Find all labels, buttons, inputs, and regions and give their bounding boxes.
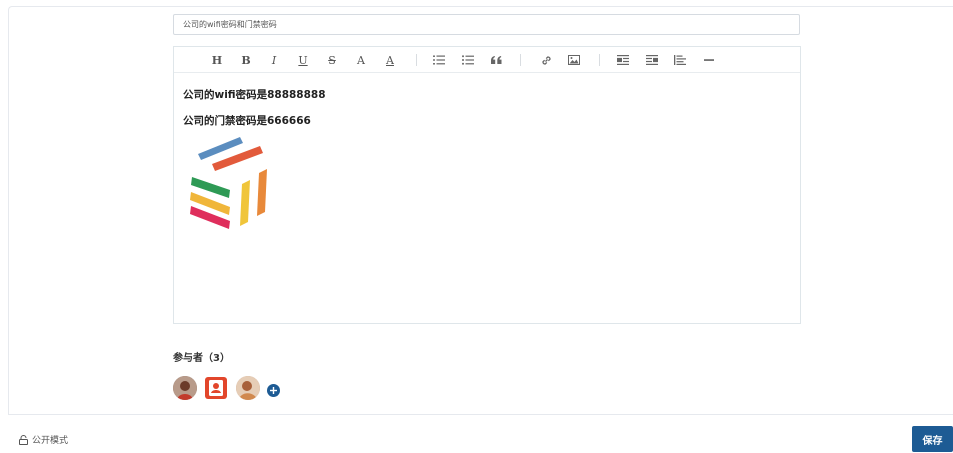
align-button[interactable] xyxy=(671,51,689,69)
bullet-list-button[interactable] xyxy=(459,51,477,69)
italic-button[interactable]: I xyxy=(265,51,283,69)
content-line-door: 公司的门禁密码是666666 xyxy=(183,115,311,127)
avatar[interactable] xyxy=(205,377,227,399)
font-color-label: A xyxy=(357,53,365,67)
italic-label: I xyxy=(271,53,277,67)
bullet-list-icon xyxy=(462,55,474,65)
ordered-list-button[interactable] xyxy=(430,51,448,69)
toolbar-divider xyxy=(520,54,521,66)
align-left-icon xyxy=(674,55,686,65)
toolbar-divider xyxy=(416,54,417,66)
editor-content[interactable]: 公司的wifi密码是88888888 公司的门禁密码是666666 xyxy=(183,87,326,139)
content-line-wifi: 公司的wifi密码是88888888 xyxy=(183,89,326,101)
heading-button[interactable]: H xyxy=(208,51,226,69)
public-mode-toggle[interactable]: 公开模式 xyxy=(19,433,68,446)
image-button[interactable] xyxy=(565,51,583,69)
plus-icon xyxy=(270,387,277,394)
add-participant-button[interactable] xyxy=(267,384,280,397)
horizontal-rule-icon xyxy=(704,59,714,61)
save-button[interactable]: 保存 xyxy=(912,426,953,452)
font-color-button[interactable]: A xyxy=(352,51,370,69)
horizontal-rule-button[interactable] xyxy=(700,51,718,69)
underline-label: U xyxy=(298,53,308,67)
image-icon xyxy=(568,55,580,65)
bold-button[interactable]: B xyxy=(237,51,255,69)
link-icon xyxy=(541,55,551,65)
editor-toolbar: H B I U S A A xyxy=(174,47,800,73)
participants-heading: 参与者（3） xyxy=(173,353,230,364)
cube-logo-image xyxy=(190,137,267,229)
toolbar-divider xyxy=(599,54,600,66)
indent-right-icon xyxy=(646,55,658,65)
public-mode-label: 公开模式 xyxy=(32,436,69,446)
unlock-icon xyxy=(19,434,28,445)
avatar[interactable] xyxy=(236,376,260,400)
indent-left-button[interactable] xyxy=(614,51,632,69)
bg-color-label: A xyxy=(386,53,394,67)
background-color-button[interactable]: A xyxy=(381,51,399,69)
strike-label: S xyxy=(328,53,336,67)
quote-icon xyxy=(490,56,501,64)
bold-label: B xyxy=(241,53,251,67)
link-button[interactable] xyxy=(537,51,555,69)
quote-button[interactable] xyxy=(487,51,505,69)
footer-bar: 公开模式 保存 xyxy=(8,414,953,453)
strikethrough-button[interactable]: S xyxy=(323,51,341,69)
avatar[interactable] xyxy=(173,376,197,400)
rich-text-editor[interactable]: H B I U S A A 公司的wifi密码是88888888 公司的门禁密码… xyxy=(173,46,801,324)
underline-button[interactable]: U xyxy=(294,51,312,69)
title-input[interactable]: 公司的wifi密码和门禁密码 xyxy=(173,14,800,35)
heading-label: H xyxy=(211,53,223,67)
indent-left-icon xyxy=(617,55,629,65)
indent-right-button[interactable] xyxy=(643,51,661,69)
ordered-list-icon xyxy=(433,55,445,65)
